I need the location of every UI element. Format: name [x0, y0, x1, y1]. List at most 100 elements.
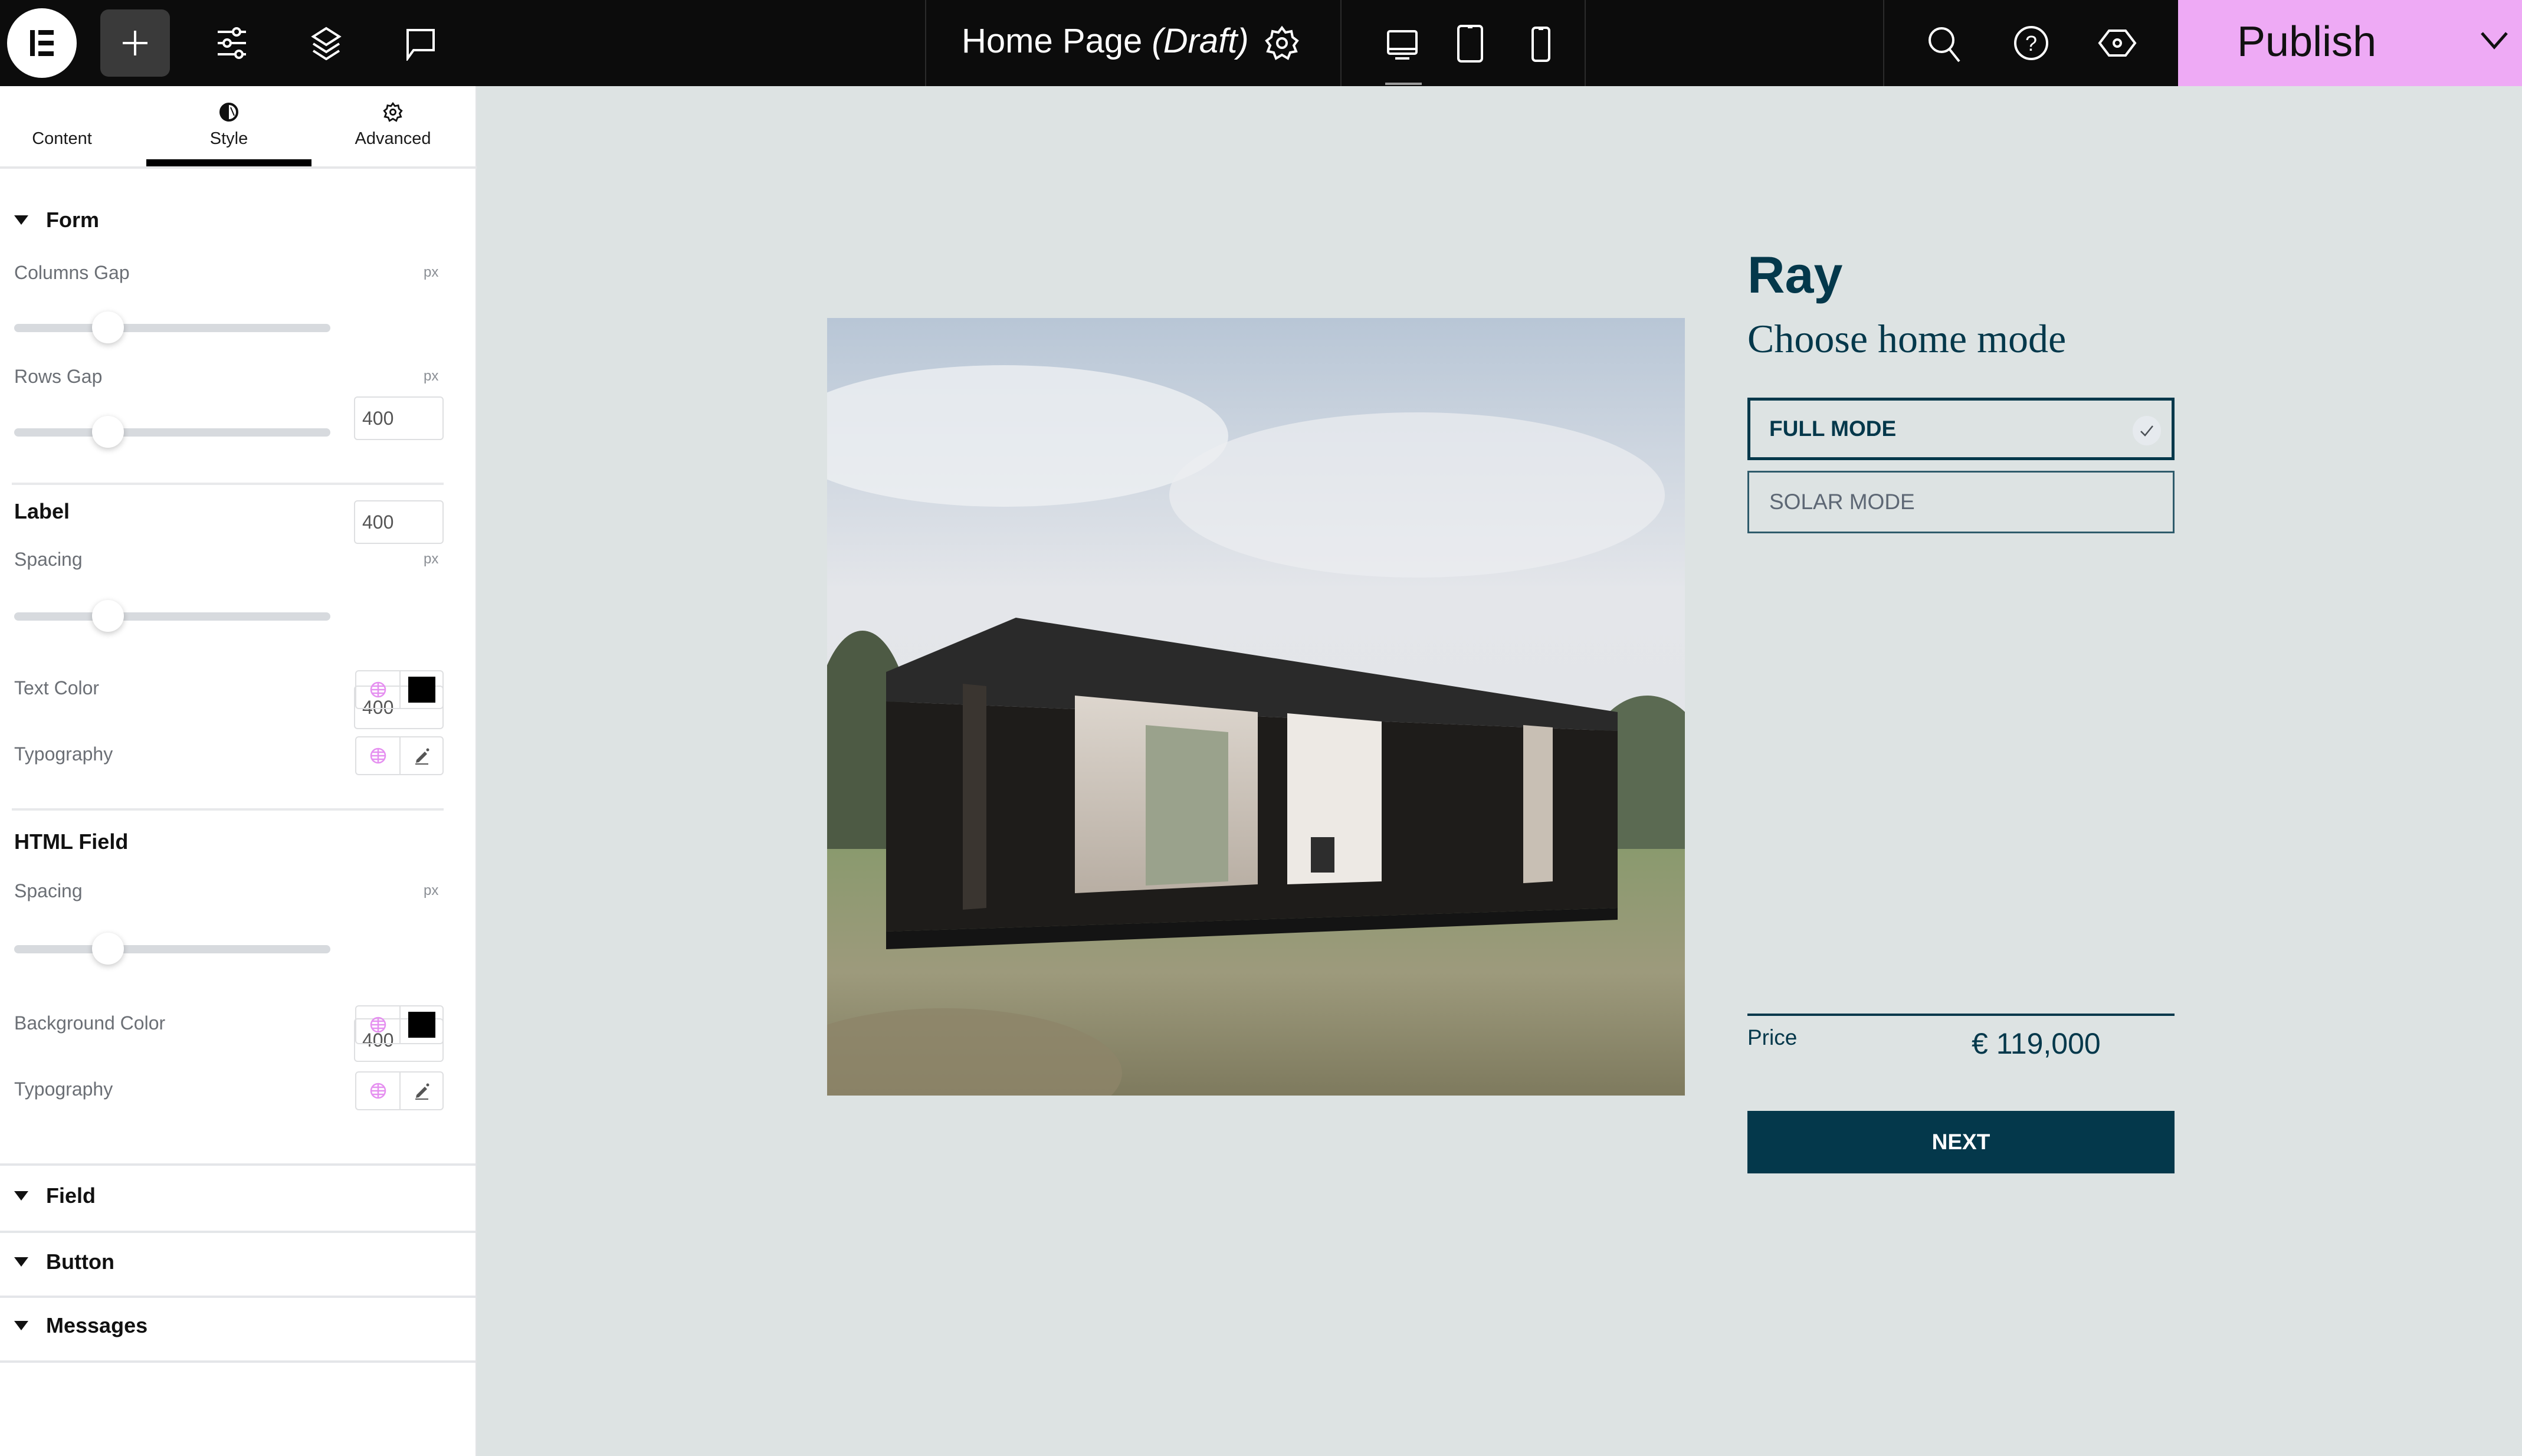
columns-gap-input[interactable]: [354, 396, 444, 440]
label-spacing-unit-button[interactable]: px: [424, 551, 438, 568]
divider: [1585, 0, 1586, 86]
tab-advanced-label: Advanced: [355, 129, 431, 148]
caret-down-icon: [14, 215, 28, 225]
global-fonts-button[interactable]: [356, 1073, 399, 1109]
search-button[interactable]: [1924, 24, 1966, 65]
layers-icon: [311, 27, 342, 60]
publish-button[interactable]: Publish: [2178, 0, 2522, 86]
device-mobile-button[interactable]: [1527, 24, 1555, 65]
edit-typography-button[interactable]: [399, 1073, 442, 1109]
product-title: Ray: [1747, 245, 1843, 304]
background-color-picker[interactable]: [399, 1006, 442, 1043]
panel-tabs: Content Style Advanced: [0, 86, 477, 169]
section-field-header[interactable]: Field: [14, 1183, 96, 1208]
active-tab-indicator: [146, 159, 311, 166]
svg-text:?: ?: [2025, 31, 2037, 55]
text-color-control: [355, 670, 444, 709]
device-tablet-button[interactable]: [1454, 22, 1487, 65]
divider: [12, 483, 444, 485]
rows-gap-slider[interactable]: [14, 416, 330, 448]
color-swatch: [408, 677, 435, 703]
divider: [1340, 0, 1342, 86]
caret-down-icon: [14, 1191, 28, 1201]
device-desktop-button[interactable]: [1383, 25, 1422, 64]
comment-icon: [406, 29, 435, 61]
global-fonts-button[interactable]: [356, 737, 399, 774]
globe-icon: [370, 1016, 386, 1033]
comments-button[interactable]: [402, 26, 439, 61]
tab-style-label: Style: [209, 129, 248, 148]
label-typography-control: [355, 736, 444, 775]
plus-icon: [123, 31, 147, 55]
product-subtitle: Choose home mode: [1747, 316, 2067, 361]
section-button-header[interactable]: Button: [14, 1250, 114, 1274]
rows-gap-unit-button[interactable]: px: [424, 368, 438, 385]
price-value: € 119,000: [1972, 1027, 2101, 1060]
site-settings-button[interactable]: [212, 25, 251, 61]
label-spacing-slider[interactable]: [14, 600, 330, 632]
section-form-header[interactable]: Form: [14, 208, 99, 232]
columns-gap-unit-button[interactable]: px: [424, 264, 438, 281]
slider-handle[interactable]: [92, 311, 124, 343]
text-color-picker[interactable]: [399, 671, 442, 708]
html-field-spacing-slider[interactable]: [14, 933, 330, 965]
background-color-control: [355, 1005, 444, 1044]
slider-handle[interactable]: [92, 416, 124, 448]
price-divider: [1747, 1014, 2175, 1016]
divider: [0, 1360, 475, 1363]
document-title[interactable]: Home Page (Draft): [962, 21, 1249, 61]
top-bar: Home Page (Draft) ? Publish: [0, 0, 2522, 86]
product-image[interactable]: [827, 318, 1685, 1096]
html-field-spacing-label: Spacing: [14, 880, 83, 901]
structure-button[interactable]: [307, 25, 346, 61]
html-field-spacing-unit-button[interactable]: px: [424, 883, 438, 899]
divider: [0, 1296, 475, 1298]
divider: [12, 808, 444, 811]
columns-gap-label: Columns Gap: [14, 262, 130, 283]
html-field-typography-label: Typography: [14, 1078, 113, 1100]
preview-button[interactable]: [2097, 26, 2138, 60]
elementor-logo-button[interactable]: [7, 8, 77, 78]
help-icon: ?: [2014, 26, 2048, 60]
gear-icon: [1265, 25, 1299, 60]
global-colors-button[interactable]: [356, 1006, 399, 1043]
tab-style[interactable]: Style: [146, 86, 311, 169]
next-button[interactable]: NEXT: [1747, 1111, 2175, 1173]
globe-icon: [370, 681, 386, 698]
mode-option-full[interactable]: FULL MODE: [1747, 398, 2175, 460]
publish-label: Publish: [2237, 18, 2377, 65]
rows-gap-input[interactable]: [354, 500, 444, 544]
add-element-button[interactable]: [100, 9, 170, 77]
tab-content[interactable]: Content: [0, 86, 124, 169]
tablet-icon: [1457, 25, 1483, 63]
gear-icon: [383, 101, 403, 122]
active-device-indicator: [1385, 83, 1422, 85]
section-form-title: Form: [46, 208, 99, 232]
global-colors-button[interactable]: [356, 671, 399, 708]
section-field-title: Field: [46, 1183, 96, 1208]
section-messages-title: Messages: [46, 1313, 148, 1337]
mobile-icon: [1531, 27, 1550, 62]
page-settings-button[interactable]: [1262, 24, 1301, 63]
edit-typography-button[interactable]: [399, 737, 442, 774]
pencil-icon: [415, 1083, 429, 1100]
tab-advanced[interactable]: Advanced: [311, 86, 474, 169]
section-messages-header[interactable]: Messages: [14, 1313, 147, 1338]
help-button[interactable]: ?: [2012, 24, 2051, 63]
publish-options-button[interactable]: [2478, 28, 2510, 55]
divider: [925, 0, 926, 86]
chevron-down-icon: [2481, 32, 2508, 50]
divider: [0, 1163, 475, 1166]
slider-handle[interactable]: [92, 933, 124, 965]
caret-down-icon: [14, 1257, 28, 1267]
document-name: Home Page: [962, 22, 1143, 60]
mode-option-solar[interactable]: SOLAR MODE: [1747, 471, 2175, 533]
slider-handle[interactable]: [92, 600, 124, 632]
house-photo: [827, 318, 1685, 1096]
columns-gap-slider[interactable]: [14, 311, 330, 343]
label-spacing-label: Spacing: [14, 549, 83, 570]
caret-down-icon: [14, 1321, 28, 1330]
sliders-icon: [218, 27, 246, 59]
desktop-icon: [1387, 30, 1418, 60]
mode-option-label: SOLAR MODE: [1769, 490, 1915, 514]
